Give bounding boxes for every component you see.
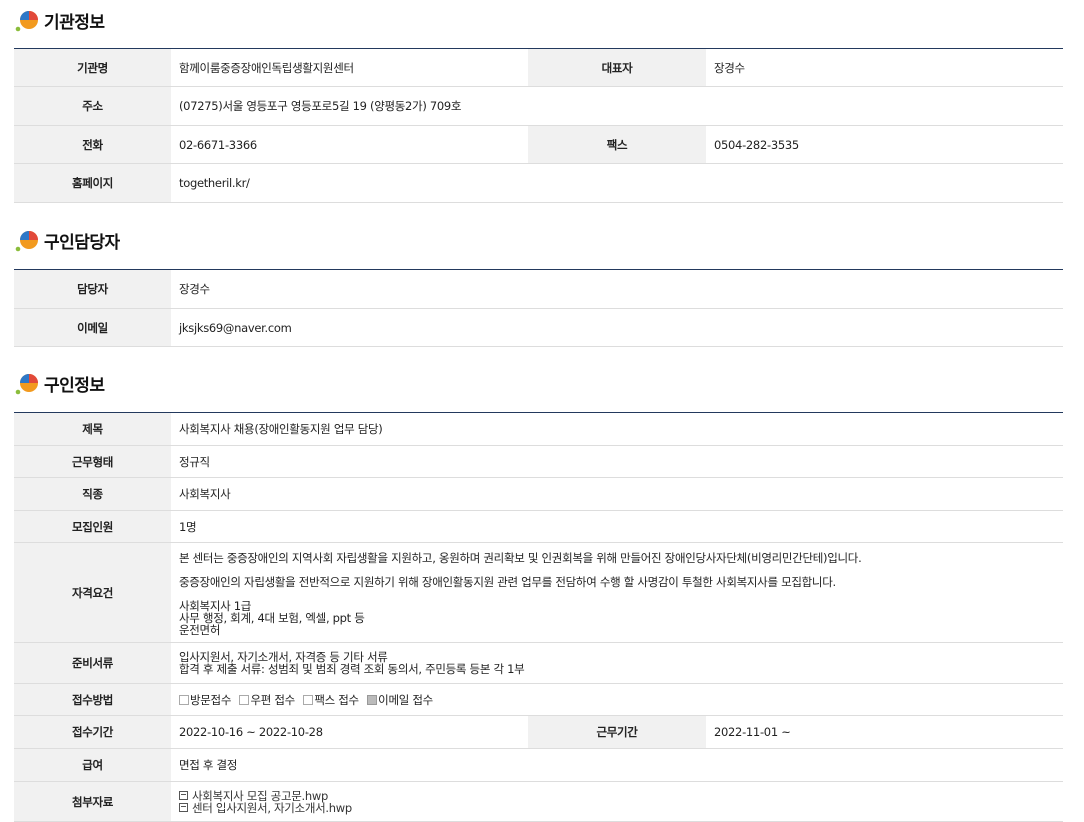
table-row: 모집인원 1명 — [14, 510, 1063, 543]
label-work-type: 근무형태 — [14, 445, 171, 478]
table-row: 전화 02-6671-3366 팩스 0504-282-3535 — [14, 125, 1063, 164]
table-row: 자격요건 본 센터는 중증장애인의 지역사회 자립생활을 지원하고, 옹원하며 … — [14, 542, 1063, 643]
label-homepage: 홈페이지 — [14, 163, 171, 203]
section-logo-icon — [15, 11, 38, 32]
table-row: 급여 면접 후 결정 — [14, 748, 1063, 782]
org-info-table: 기관명 함께이룸중증장애인독립생활지원센터 대표자 장경수 주소 (07275)… — [14, 48, 1063, 203]
table-row: 접수기간 2022-10-16 ~ 2022-10-28 근무기간 2022-1… — [14, 715, 1063, 749]
value-subject: 사회복지사 채용(장애인활동지원 업무 담당) — [171, 412, 1063, 446]
table-row: 홈페이지 togetheril.kr/ — [14, 163, 1063, 203]
file-icon — [179, 802, 188, 812]
label-qualification: 자격요건 — [14, 542, 171, 643]
table-row: 주소 (07275)서울 영등포구 영등포로5길 19 (양평동2가) 709호 — [14, 86, 1063, 126]
section-title-job: 구인정보 — [14, 368, 105, 398]
method-label: 우편 접수 — [250, 692, 295, 707]
label-address: 주소 — [14, 86, 171, 126]
checkbox-icon — [179, 694, 189, 705]
section-title-contact: 구인담당자 — [14, 225, 120, 255]
checkbox-icon — [239, 694, 250, 705]
value-manager: 장경수 — [171, 269, 1063, 309]
label-phone: 전화 — [14, 125, 171, 164]
table-row: 접수방법 방문접수 우편 접수 팩스 접수 이메일 접수 — [14, 683, 1063, 716]
value-fax: 0504-282-3535 — [706, 125, 1063, 164]
label-method: 접수방법 — [14, 683, 171, 716]
table-row: 기관명 함께이룸중증장애인독립생활지원센터 대표자 장경수 — [14, 48, 1063, 87]
section-title-org: 기관정보 — [14, 5, 105, 35]
qualification-purpose: 중증장애인의 자립생활을 전반적으로 지원하기 위해 장애인활동지원 관련 업무… — [179, 575, 836, 589]
method-mail: 우편 접수 — [239, 692, 295, 707]
table-row: 이메일 jksjks69@naver.com — [14, 308, 1063, 347]
label-subject: 제목 — [14, 412, 171, 446]
label-work-period: 근무기간 — [528, 715, 706, 749]
label-manager: 담당자 — [14, 269, 171, 309]
value-homepage: togetheril.kr/ — [171, 163, 1063, 203]
value-work-period: 2022-11-01 ~ — [706, 715, 1063, 749]
qualification-intro: 본 센터는 중증장애인의 지역사회 자립생활을 지원하고, 옹원하며 권리확보 … — [179, 551, 862, 565]
value-salary: 면접 후 결정 — [171, 748, 1063, 782]
label-documents: 준비서류 — [14, 642, 171, 684]
value-phone: 02-6671-3366 — [171, 125, 528, 164]
label-attachments: 첨부자료 — [14, 781, 171, 822]
method-visit: 방문접수 — [179, 693, 231, 707]
qualification-line: 운전면허 — [179, 623, 221, 637]
value-representative: 장경수 — [706, 48, 1063, 87]
value-occupation: 사회복지사 — [171, 477, 1063, 511]
value-email: jksjks69@naver.com — [171, 308, 1063, 347]
label-openings: 모집인원 — [14, 510, 171, 543]
section-logo-icon — [15, 374, 38, 395]
value-period: 2022-10-16 ~ 2022-10-28 — [171, 715, 528, 749]
value-address: (07275)서울 영등포구 영등포로5길 19 (양평동2가) 709호 — [171, 86, 1063, 126]
label-salary: 급여 — [14, 748, 171, 782]
contact-info-table: 담당자 장경수 이메일 jksjks69@naver.com — [14, 269, 1063, 347]
label-occupation: 직종 — [14, 477, 171, 511]
table-row: 제목 사회복지사 채용(장애인활동지원 업무 담당) — [14, 412, 1063, 446]
table-row: 직종 사회복지사 — [14, 477, 1063, 511]
attachment-link[interactable]: 센터 입사지원서, 자기소개서.hwp — [192, 801, 352, 815]
checkbox-checked-icon — [367, 694, 378, 705]
checkbox-icon — [303, 694, 314, 705]
document-line: 합격 후 제출 서류: 성범죄 및 범죄 경력 조회 동의서, 주민등록 등본 … — [179, 662, 525, 676]
section-heading: 구인담당자 — [44, 232, 120, 253]
table-row: 근무형태 정규직 — [14, 445, 1063, 478]
method-label: 방문접수 — [190, 692, 232, 707]
section-heading: 기관정보 — [44, 12, 105, 33]
table-row: 담당자 장경수 — [14, 269, 1063, 309]
qualification-line: 사무 행정, 회계, 4대 보험, 엑셀, ppt 등 — [179, 611, 365, 625]
method-label: 이메일 접수 — [378, 692, 433, 707]
file-icon — [179, 790, 188, 800]
method-email: 이메일 접수 — [367, 693, 433, 707]
value-method: 방문접수 우편 접수 팩스 접수 이메일 접수 — [171, 683, 1063, 716]
label-period: 접수기간 — [14, 715, 171, 749]
value-qualification: 본 센터는 중증장애인의 지역사회 자립생활을 지원하고, 옹원하며 권리확보 … — [171, 542, 1063, 643]
label-fax: 팩스 — [528, 125, 706, 164]
section-logo-icon — [15, 231, 38, 252]
label-org-name: 기관명 — [14, 48, 171, 87]
value-work-type: 정규직 — [171, 445, 1063, 478]
label-representative: 대표자 — [528, 48, 706, 87]
method-label: 팩스 접수 — [314, 692, 359, 707]
job-info-table: 제목 사회복지사 채용(장애인활동지원 업무 담당) 근무형태 정규직 직종 사… — [14, 412, 1063, 822]
method-fax: 팩스 접수 — [303, 692, 359, 707]
table-row: 첨부자료 사회복지사 모집 공고문.hwp 센터 입사지원서, 자기소개서.hw… — [14, 781, 1063, 822]
label-email: 이메일 — [14, 308, 171, 347]
attachment-item[interactable]: 센터 입사지원서, 자기소개서.hwp — [179, 802, 1062, 814]
value-attachments: 사회복지사 모집 공고문.hwp 센터 입사지원서, 자기소개서.hwp — [171, 781, 1063, 822]
value-org-name: 함께이룸중증장애인독립생활지원센터 — [171, 48, 528, 87]
table-row: 준비서류 입사지원서, 자기소개서, 자격증 등 기타 서류 합격 후 제출 서… — [14, 642, 1063, 684]
section-heading: 구인정보 — [44, 375, 105, 396]
value-documents: 입사지원서, 자기소개서, 자격증 등 기타 서류 합격 후 제출 서류: 성범… — [171, 642, 1063, 684]
value-openings: 1명 — [171, 510, 1063, 543]
